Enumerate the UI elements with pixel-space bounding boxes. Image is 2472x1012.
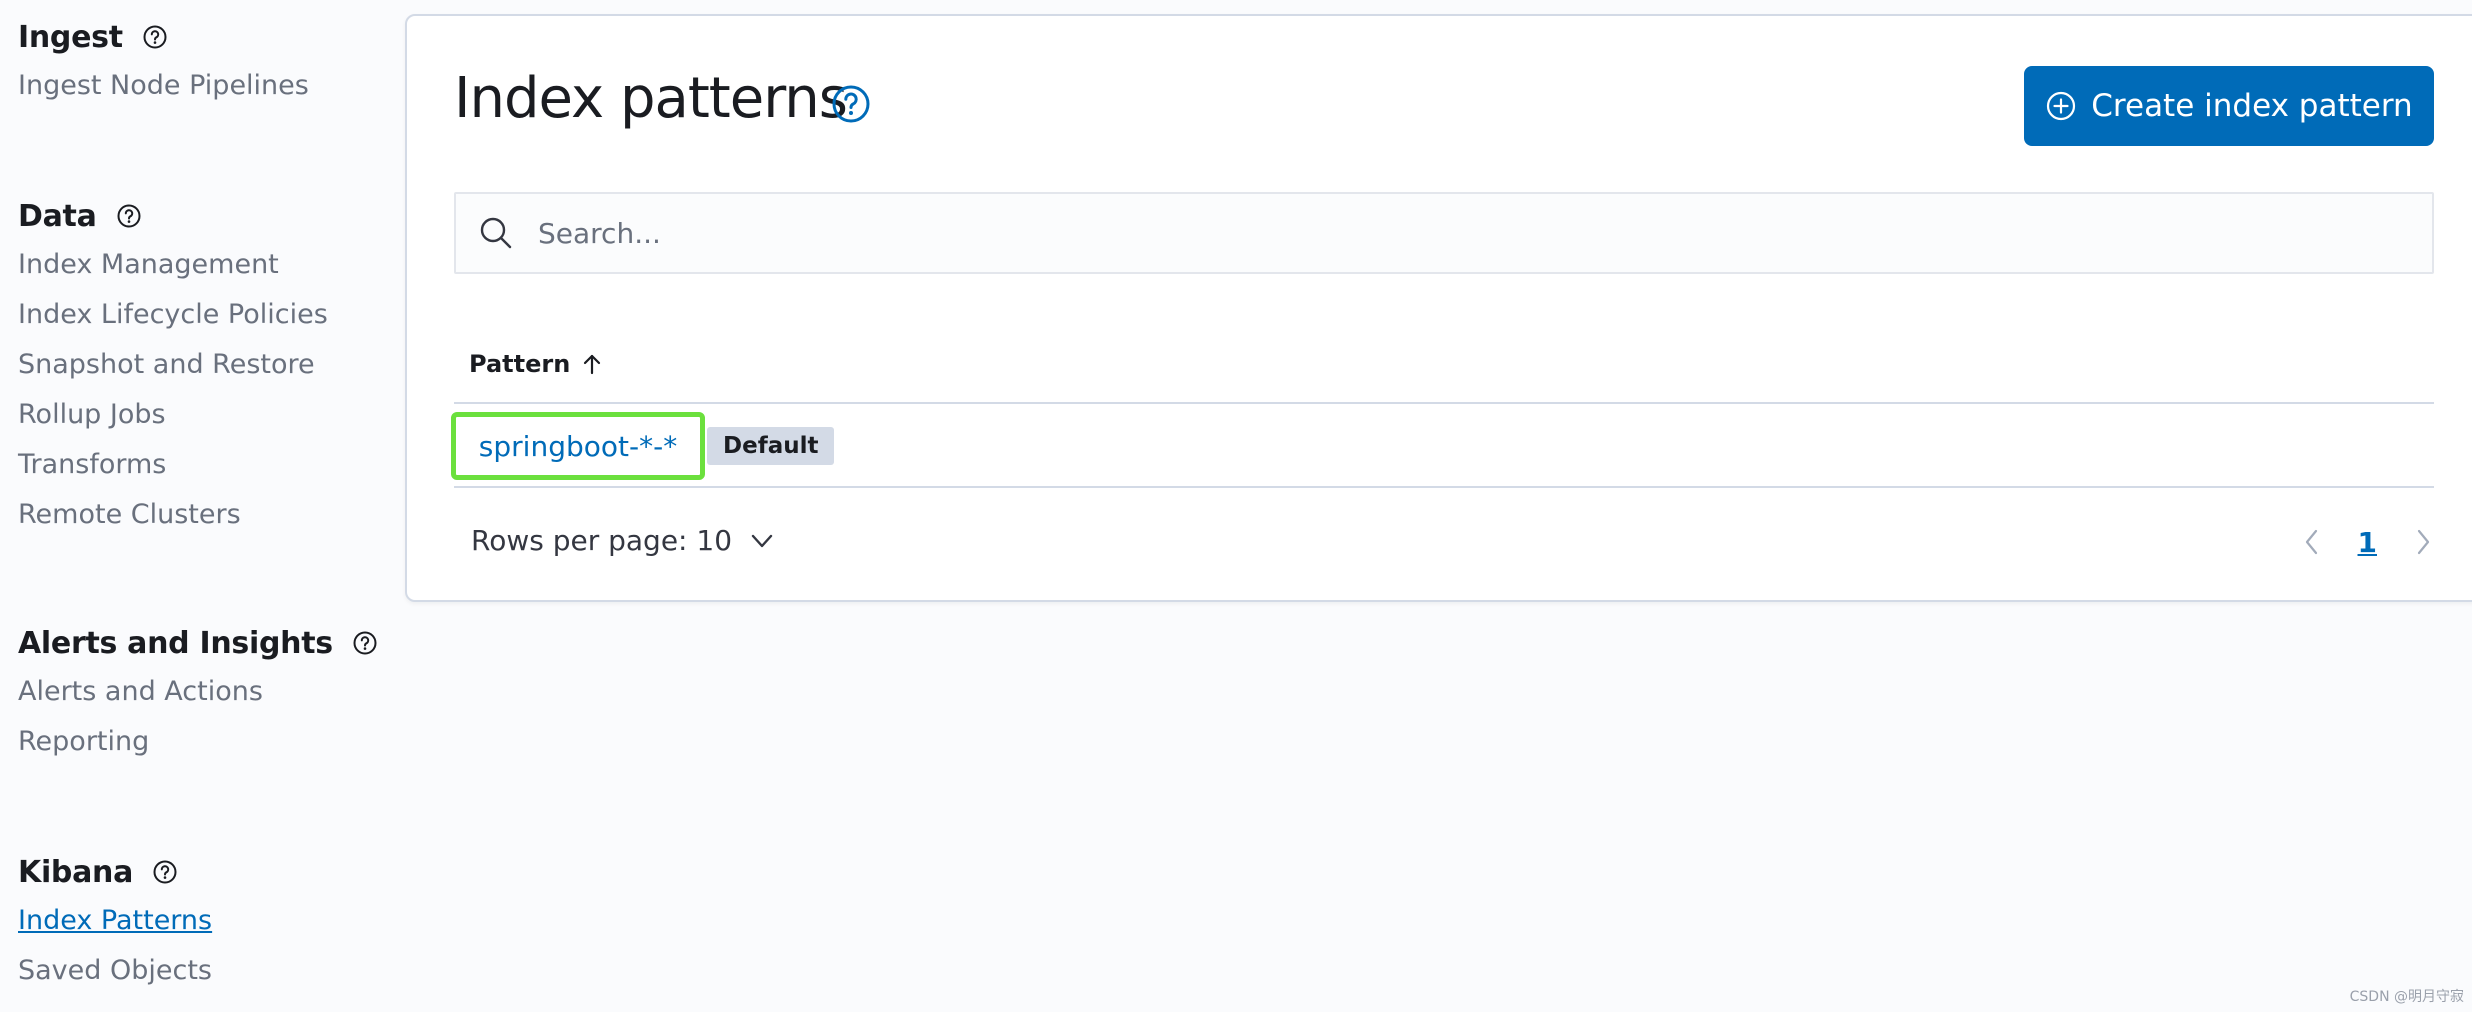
chevron-down-icon [748, 527, 776, 555]
nav-group-alerts-and-insights: Alerts and Insights Alerts and Actions R… [18, 623, 385, 767]
pattern-link[interactable]: springboot-*-* [479, 430, 677, 463]
table-header: Pattern [454, 326, 2434, 404]
column-header-label: Pattern [469, 350, 571, 378]
nav-group-kibana: Kibana Index Patterns Saved Objects [18, 852, 212, 996]
page-number-button[interactable]: 1 [2352, 526, 2383, 559]
sidebar-item-saved-objects[interactable]: Saved Objects [18, 946, 212, 996]
create-button-label: Create index pattern [2091, 88, 2413, 124]
help-icon[interactable] [829, 82, 873, 126]
nav-group-title: Kibana [18, 854, 134, 890]
sidebar-item-ingest-node-pipelines[interactable]: Ingest Node Pipelines [18, 61, 309, 111]
chevron-right-icon[interactable] [2403, 522, 2443, 562]
nav-group-title: Alerts and Insights [18, 625, 333, 661]
rows-per-page-selector[interactable]: Rows per page: 10 [471, 524, 776, 557]
watermark: CSDN @明月守寂 [2349, 989, 2464, 1005]
index-patterns-panel: Index patterns Create index pattern Patt… [405, 14, 2472, 602]
rows-per-page-label: Rows per page: 10 [471, 524, 733, 557]
highlight-box: springboot-*-* [451, 412, 705, 480]
help-icon[interactable] [345, 623, 385, 663]
nav-group-data: Data Index Management Index Lifecycle Po… [18, 196, 328, 540]
sidebar-item-snapshot-and-restore[interactable]: Snapshot and Restore [18, 340, 328, 390]
nav-group-title: Data [18, 198, 97, 234]
plus-circle-icon [2045, 90, 2077, 122]
sidebar-item-reporting[interactable]: Reporting [18, 717, 385, 767]
nav-group-header: Ingest [18, 17, 309, 57]
page-title: Index patterns [454, 66, 848, 131]
chevron-left-icon[interactable] [2292, 522, 2332, 562]
search-field[interactable] [454, 192, 2434, 274]
management-sidebar: Ingest Ingest Node Pipelines Data Index … [0, 0, 400, 1012]
help-icon[interactable] [109, 196, 149, 236]
search-icon [456, 193, 536, 273]
arrow-up-icon [580, 352, 604, 376]
nav-group-header: Data [18, 196, 328, 236]
nav-group-ingest: Ingest Ingest Node Pipelines [18, 17, 309, 111]
sidebar-item-alerts-and-actions[interactable]: Alerts and Actions [18, 667, 385, 717]
nav-group-header: Kibana [18, 852, 212, 892]
sidebar-item-index-management[interactable]: Index Management [18, 240, 328, 290]
sidebar-item-remote-clusters[interactable]: Remote Clusters [18, 490, 328, 540]
create-index-pattern-button[interactable]: Create index pattern [2024, 66, 2434, 146]
search-input[interactable] [536, 203, 2386, 263]
table-row: springboot-*-* Default [451, 406, 2434, 488]
sidebar-item-rollup-jobs[interactable]: Rollup Jobs [18, 390, 328, 440]
sidebar-item-transforms[interactable]: Transforms [18, 440, 328, 490]
nav-group-title: Ingest [18, 19, 123, 55]
help-icon[interactable] [145, 852, 185, 892]
pattern-column-header[interactable]: Pattern [469, 350, 604, 378]
default-badge: Default [707, 427, 835, 465]
help-icon[interactable] [135, 17, 175, 57]
nav-group-header: Alerts and Insights [18, 623, 385, 663]
sidebar-item-index-lifecycle-policies[interactable]: Index Lifecycle Policies [18, 290, 328, 340]
pagination: 1 [2292, 522, 2443, 562]
sidebar-item-index-patterns[interactable]: Index Patterns [18, 896, 212, 946]
